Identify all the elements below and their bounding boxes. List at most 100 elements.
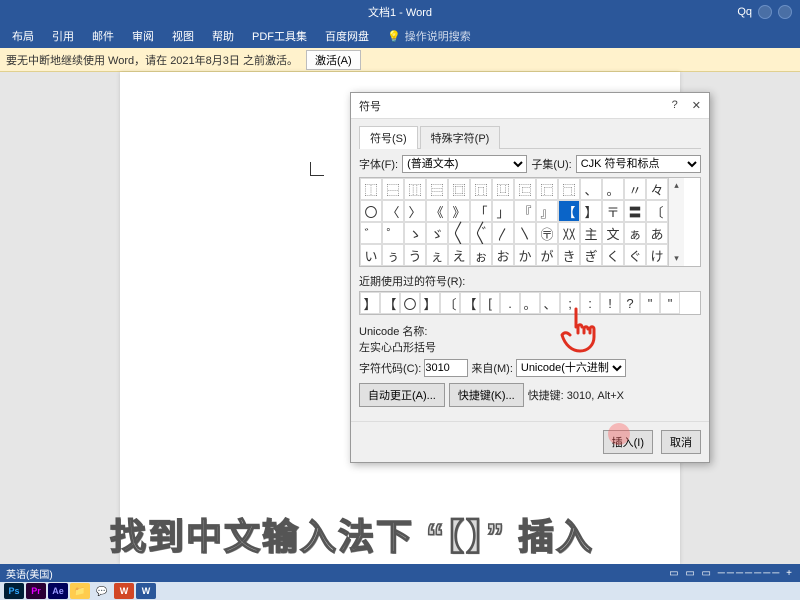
- symbol-cell[interactable]: 〱: [448, 222, 470, 244]
- symbol-cell[interactable]: お: [492, 244, 514, 266]
- taskbar-app-icon[interactable]: Ps: [4, 583, 24, 599]
- taskbar-app-icon[interactable]: 💬: [92, 583, 112, 599]
- symbol-cell[interactable]: く: [602, 244, 624, 266]
- ribbon-tab[interactable]: 审阅: [124, 25, 162, 47]
- ribbon-tab[interactable]: PDF工具集: [244, 25, 315, 47]
- autocorrect-button[interactable]: 自动更正(A)...: [359, 383, 445, 407]
- dialog-titlebar[interactable]: 符号 ? ✕: [351, 93, 709, 119]
- symbol-cell[interactable]: 々: [646, 178, 668, 200]
- symbol-cell[interactable]: 〵: [514, 222, 536, 244]
- symbol-cell[interactable]: き: [558, 244, 580, 266]
- symbol-cell[interactable]: 〓: [624, 200, 646, 222]
- symbol-cell[interactable]: 】: [580, 200, 602, 222]
- symbol-cell[interactable]: ⿶: [492, 178, 514, 200]
- symbol-cell[interactable]: 主: [580, 222, 602, 244]
- recent-symbol-cell[interactable]: 〔: [440, 292, 460, 314]
- shortcut-button[interactable]: 快捷键(K)...: [449, 383, 524, 407]
- ribbon-tab[interactable]: 帮助: [204, 25, 242, 47]
- symbol-cell[interactable]: 。: [602, 178, 624, 200]
- avatar[interactable]: [758, 5, 772, 19]
- symbol-cell[interactable]: ぎ: [580, 244, 602, 266]
- recent-symbol-cell[interactable]: ?: [620, 292, 640, 314]
- recent-symbol-cell[interactable]: 【: [380, 292, 400, 314]
- code-input[interactable]: [424, 359, 468, 377]
- recent-symbol-cell[interactable]: 【: [460, 292, 480, 314]
- activate-button[interactable]: 激活(A): [306, 50, 361, 70]
- symbol-cell[interactable]: 「: [470, 200, 492, 222]
- symbol-cell[interactable]: ぁ: [624, 222, 646, 244]
- symbol-cell[interactable]: 〇: [360, 200, 382, 222]
- taskbar-app-icon[interactable]: 📁: [70, 583, 90, 599]
- taskbar-app-icon[interactable]: W: [114, 583, 134, 599]
- recent-symbol-cell[interactable]: ": [660, 292, 680, 314]
- recent-symbol-cell[interactable]: ": [640, 292, 660, 314]
- symbol-cell[interactable]: い: [360, 244, 382, 266]
- status-right[interactable]: ▭ ▭ ▭ ─────── +: [669, 568, 794, 579]
- symbol-cell[interactable]: 《: [426, 200, 448, 222]
- tab-special[interactable]: 特殊字符(P): [420, 126, 501, 149]
- symbol-cell[interactable]: け: [646, 244, 668, 266]
- ribbon-tab[interactable]: 布局: [4, 25, 42, 47]
- symbol-cell[interactable]: ぉ: [470, 244, 492, 266]
- symbol-cell[interactable]: ゜: [382, 222, 404, 244]
- status-language[interactable]: 英语(美国): [6, 566, 53, 581]
- recent-symbol-cell[interactable]: .: [500, 292, 520, 314]
- recent-symbol-cell[interactable]: 】: [360, 292, 380, 314]
- symbol-cell[interactable]: ゞ: [426, 222, 448, 244]
- recent-symbol-cell[interactable]: 〇: [400, 292, 420, 314]
- taskbar-app-icon[interactable]: W: [136, 583, 156, 599]
- symbol-cell[interactable]: 『: [514, 200, 536, 222]
- ribbon-tab[interactable]: 引用: [44, 25, 82, 47]
- symbol-cell[interactable]: ⿸: [536, 178, 558, 200]
- recent-symbol-cell[interactable]: 、: [540, 292, 560, 314]
- help-icon[interactable]: ?: [672, 99, 678, 112]
- symbol-cell[interactable]: 〈: [382, 200, 404, 222]
- symbol-cell[interactable]: ⿷: [514, 178, 536, 200]
- symbol-cell[interactable]: ゛: [360, 222, 382, 244]
- symbol-cell[interactable]: ぐ: [624, 244, 646, 266]
- symbol-cell[interactable]: 〒: [602, 200, 624, 222]
- symbol-cell[interactable]: ⿹: [558, 178, 580, 200]
- symbol-cell[interactable]: ぇ: [426, 244, 448, 266]
- symbol-cell[interactable]: 〉: [404, 200, 426, 222]
- grid-scrollbar[interactable]: ▴▾: [668, 178, 684, 266]
- ribbon-tab[interactable]: 百度网盘: [317, 25, 377, 47]
- symbol-cell[interactable]: 、: [580, 178, 602, 200]
- avatar[interactable]: [778, 5, 792, 19]
- symbol-cell[interactable]: 」: [492, 200, 514, 222]
- ribbon-tab[interactable]: 邮件: [84, 25, 122, 47]
- symbol-cell[interactable]: 〃: [624, 178, 646, 200]
- symbol-cell[interactable]: 》: [448, 200, 470, 222]
- user-label[interactable]: Qq: [737, 6, 752, 18]
- symbol-cell[interactable]: ⿴: [448, 178, 470, 200]
- ribbon-tab[interactable]: 视图: [164, 25, 202, 47]
- taskbar-app-icon[interactable]: Pr: [26, 583, 46, 599]
- recent-symbols[interactable]: 】【〇】〔【[.。、;:!?"": [359, 291, 701, 315]
- recent-symbol-cell[interactable]: 】: [420, 292, 440, 314]
- symbol-cell[interactable]: が: [536, 244, 558, 266]
- symbol-cell[interactable]: 〔: [646, 200, 668, 222]
- tell-me-search[interactable]: 💡操作说明搜索: [387, 28, 471, 44]
- symbol-cell[interactable]: ⿵: [470, 178, 492, 200]
- symbol-cell[interactable]: 【: [558, 200, 580, 222]
- insert-button[interactable]: 插入(I): [603, 430, 653, 454]
- symbol-grid[interactable]: ⿰⿱⿲⿳⿴⿵⿶⿷⿸⿹、。〃々〇〈〉《》「」『』【】〒〓〔゛゜ゝゞ〱〲〳〵〶〷主文…: [360, 178, 668, 266]
- taskbar-app-icon[interactable]: Ae: [48, 583, 68, 599]
- symbol-cell[interactable]: う: [404, 244, 426, 266]
- symbol-cell[interactable]: ぅ: [382, 244, 404, 266]
- symbol-cell[interactable]: 』: [536, 200, 558, 222]
- symbol-cell[interactable]: ⿱: [382, 178, 404, 200]
- symbol-cell[interactable]: 〳: [492, 222, 514, 244]
- tab-symbols[interactable]: 符号(S): [359, 126, 418, 149]
- symbol-cell[interactable]: え: [448, 244, 470, 266]
- symbol-cell[interactable]: ⿳: [426, 178, 448, 200]
- symbol-cell[interactable]: あ: [646, 222, 668, 244]
- taskbar[interactable]: PsPrAe📁💬WW: [0, 582, 800, 600]
- symbol-cell[interactable]: 〲: [470, 222, 492, 244]
- symbol-cell[interactable]: ゝ: [404, 222, 426, 244]
- from-select[interactable]: Unicode(十六进制): [516, 359, 626, 377]
- recent-symbol-cell[interactable]: 。: [520, 292, 540, 314]
- close-icon[interactable]: ✕: [692, 99, 701, 112]
- symbol-cell[interactable]: 〷: [558, 222, 580, 244]
- symbol-cell[interactable]: 〶: [536, 222, 558, 244]
